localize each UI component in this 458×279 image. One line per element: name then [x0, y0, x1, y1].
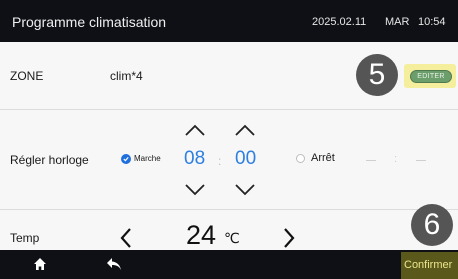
check-icon [123, 157, 129, 162]
temp-label: Temp [10, 231, 40, 245]
off-time-separator: : [394, 153, 398, 165]
minute-value[interactable]: 00 [235, 148, 256, 170]
marche-label: Marche [134, 154, 161, 163]
climatisation-screen: Programme climatisation 2025.02.11 MAR 1… [0, 0, 458, 279]
header-date: 2025.02.11 [312, 16, 367, 28]
clock-label: Régler horloge [10, 153, 89, 167]
off-minute-placeholder [416, 160, 426, 161]
arret-label: Arrêt [311, 152, 335, 164]
hour-value[interactable]: 08 [184, 148, 205, 170]
zone-label: ZONE [10, 69, 44, 83]
header-day: MAR [385, 16, 410, 28]
page-title: Programme climatisation [12, 14, 167, 30]
header-bar: Programme climatisation 2025.02.11 MAR 1… [0, 0, 458, 42]
temp-unit: ℃ [224, 230, 240, 246]
zone-value: clim*4 [110, 69, 143, 83]
temp-decrease-icon[interactable] [120, 227, 132, 249]
minute-up-chevron-icon[interactable] [234, 124, 256, 136]
edit-button[interactable]: EDITER [410, 70, 452, 83]
minute-down-chevron-icon[interactable] [234, 184, 256, 196]
time-separator: : [218, 154, 222, 168]
step-marker-6: 6 [411, 204, 453, 246]
settings-panel: ZONE clim*4 5 EDITER Régler horloge Marc… [0, 42, 458, 250]
temp-increase-icon[interactable] [283, 227, 295, 249]
hour-down-chevron-icon[interactable] [184, 184, 206, 196]
step-marker-5: 5 [356, 54, 398, 96]
confirm-button[interactable]: Confirmer [401, 252, 458, 279]
temp-row: Temp 24 ℃ 6 [0, 204, 458, 250]
clock-row: Régler horloge Marche 08 : 00 Arrêt: [0, 110, 458, 210]
marche-radio[interactable] [121, 154, 131, 164]
hour-up-chevron-icon[interactable] [184, 124, 206, 136]
arret-radio[interactable] [296, 154, 305, 163]
back-icon[interactable] [106, 257, 122, 271]
footer-bar [0, 250, 458, 279]
zone-row: ZONE clim*4 5 EDITER [0, 42, 458, 110]
off-hour-placeholder [366, 160, 376, 161]
header-time: 10:54 [418, 16, 446, 28]
home-icon[interactable] [33, 257, 47, 271]
temp-value: 24 [186, 220, 217, 250]
